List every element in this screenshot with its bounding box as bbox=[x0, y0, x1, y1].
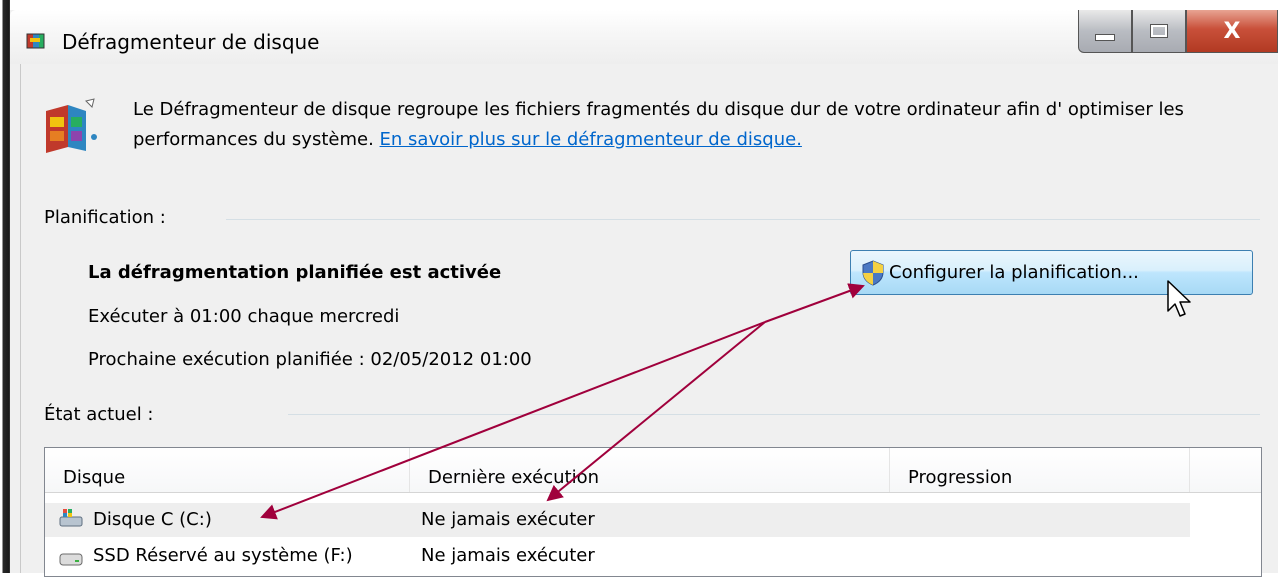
minimize-icon bbox=[1095, 33, 1115, 41]
column-header-last-run[interactable]: Dernière exécution bbox=[410, 448, 890, 492]
schedule-divider bbox=[226, 219, 1260, 220]
window-title: Défragmenteur de disque bbox=[62, 30, 320, 54]
system-drive-icon bbox=[59, 509, 83, 527]
table-row[interactable]: Disque C (C:) Ne jamais exécuter bbox=[45, 503, 1190, 537]
defrag-icon bbox=[26, 33, 45, 49]
window-controls: X bbox=[1078, 10, 1278, 54]
schedule-section-label: Planification : bbox=[44, 207, 166, 228]
minimize-button[interactable] bbox=[1078, 10, 1132, 53]
table-row[interactable]: SSD Réservé au système (F:) Ne jamais ex… bbox=[45, 539, 1190, 573]
title-bar[interactable]: Défragmenteur de disque X bbox=[10, 10, 1278, 64]
schedule-run-at: Exécuter à 01:00 chaque mercredi bbox=[88, 306, 400, 327]
learn-more-link[interactable]: En savoir plus sur le défragmenteur de d… bbox=[380, 129, 802, 150]
drive-icon bbox=[59, 553, 83, 566]
mouse-pointer-icon bbox=[1167, 280, 1191, 317]
disk-name: Disque C (C:) bbox=[93, 509, 212, 530]
schedule-next-run: Prochaine exécution planifiée : 02/05/20… bbox=[88, 349, 532, 370]
close-icon: X bbox=[1223, 18, 1241, 44]
background-window-edge bbox=[0, 0, 10, 573]
disk-list-header: Disque Dernière exécution Progression bbox=[45, 448, 1261, 493]
schedule-status: La défragmentation planifiée est activée bbox=[88, 262, 502, 283]
disk-list[interactable]: Disque Dernière exécution Progression Di… bbox=[44, 447, 1262, 577]
current-state-divider bbox=[288, 414, 1260, 415]
defrag-icon bbox=[46, 98, 97, 153]
maximize-button[interactable] bbox=[1132, 10, 1186, 53]
description-text: Le Défragmenteur de disque regroupe les … bbox=[133, 95, 1253, 155]
column-header-progress[interactable]: Progression bbox=[890, 448, 1190, 492]
maximize-icon bbox=[1150, 24, 1168, 38]
disk-last-run: Ne jamais exécuter bbox=[421, 509, 595, 530]
disk-name: SSD Réservé au système (F:) bbox=[93, 545, 353, 566]
current-state-section-label: État actuel : bbox=[44, 404, 154, 425]
close-button[interactable]: X bbox=[1186, 10, 1278, 53]
column-header-disk[interactable]: Disque bbox=[45, 448, 410, 492]
disk-last-run: Ne jamais exécuter bbox=[421, 545, 595, 566]
configure-schedule-label: Configurer la planification... bbox=[889, 262, 1139, 283]
uac-shield-icon bbox=[862, 260, 884, 286]
